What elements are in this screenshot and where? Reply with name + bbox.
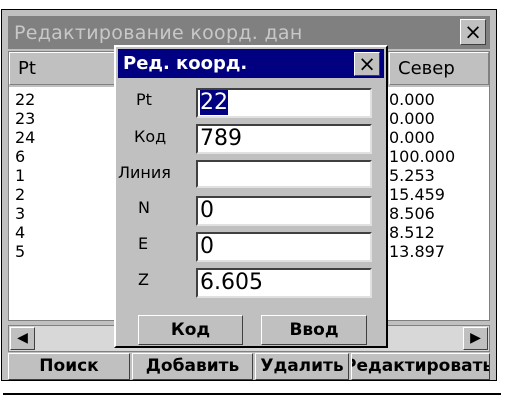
code-label: Код bbox=[134, 127, 167, 146]
window-title: Редактирование коорд. дан bbox=[14, 22, 303, 44]
field-row-pt: Pt 22 bbox=[116, 88, 386, 118]
list-item-north[interactable]: 0.000 bbox=[389, 90, 455, 109]
column-header-north[interactable]: Север bbox=[389, 52, 489, 85]
pt-field[interactable]: 22 bbox=[196, 88, 372, 118]
north-column: 0.000 0.000 0.000 100.000 5.253 15.459 8… bbox=[389, 90, 455, 261]
n-field[interactable]: 0 bbox=[196, 196, 372, 226]
delete-button[interactable]: Удалить bbox=[255, 353, 349, 380]
e-label: E bbox=[138, 234, 149, 253]
field-row-e: E 0 bbox=[116, 232, 386, 262]
list-item-pt[interactable]: 5 bbox=[15, 242, 35, 261]
window-close-button[interactable]: × bbox=[460, 19, 486, 45]
list-item-north[interactable]: 8.506 bbox=[389, 204, 455, 223]
list-item-north[interactable]: 0.000 bbox=[389, 128, 455, 147]
dialog-close-button[interactable]: × bbox=[354, 52, 380, 76]
list-item-north[interactable]: 8.512 bbox=[389, 223, 455, 242]
field-row-line: Линия bbox=[116, 160, 386, 190]
n-label: N bbox=[138, 198, 150, 217]
pt-value: 22 bbox=[200, 90, 228, 115]
z-field[interactable]: 6.605 bbox=[196, 268, 372, 298]
pt-column: 22 23 24 6 1 2 3 4 5 bbox=[15, 90, 35, 261]
field-row-n: N 0 bbox=[116, 196, 386, 226]
list-item-north[interactable]: 13.897 bbox=[389, 242, 455, 261]
list-item-north[interactable]: 0.000 bbox=[389, 109, 455, 128]
bottom-divider bbox=[3, 393, 501, 395]
list-item-pt[interactable]: 24 bbox=[15, 128, 35, 147]
list-item-pt[interactable]: 2 bbox=[15, 185, 35, 204]
edit-button[interactable]: Редактировать bbox=[351, 353, 490, 380]
search-button[interactable]: Поиск bbox=[8, 353, 130, 380]
enter-button[interactable]: Ввод bbox=[261, 315, 367, 345]
line-label: Линия bbox=[118, 163, 171, 182]
field-row-code: Код 789 bbox=[116, 124, 386, 154]
pt-label: Pt bbox=[136, 90, 152, 109]
code-button[interactable]: Код bbox=[138, 315, 243, 345]
add-button[interactable]: Добавить bbox=[132, 353, 253, 380]
list-item-pt[interactable]: 6 bbox=[15, 147, 35, 166]
action-bar: Поиск Добавить Удалить Редактировать bbox=[8, 353, 494, 381]
e-field[interactable]: 0 bbox=[196, 232, 372, 262]
edit-coord-dialog: Ред. коорд. × Pt 22 Код 789 Линия N 0 E … bbox=[114, 45, 388, 348]
list-item-pt[interactable]: 1 bbox=[15, 166, 35, 185]
list-item-pt[interactable]: 22 bbox=[15, 90, 35, 109]
scroll-right-icon[interactable]: ▶ bbox=[463, 327, 488, 350]
dialog-title: Ред. коорд. bbox=[123, 53, 248, 74]
list-item-pt[interactable]: 23 bbox=[15, 109, 35, 128]
column-header-pt[interactable]: Pt bbox=[9, 52, 119, 85]
list-item-north[interactable]: 15.459 bbox=[389, 185, 455, 204]
list-item-north[interactable]: 5.253 bbox=[389, 166, 455, 185]
line-field[interactable] bbox=[196, 160, 372, 188]
z-label: Z bbox=[138, 270, 149, 289]
dialog-title-bar: Ред. коорд. × bbox=[118, 49, 384, 78]
list-item-north[interactable]: 100.000 bbox=[389, 147, 455, 166]
list-item-pt[interactable]: 3 bbox=[15, 204, 35, 223]
list-item-pt[interactable]: 4 bbox=[15, 223, 35, 242]
field-row-z: Z 6.605 bbox=[116, 268, 386, 298]
scroll-left-icon[interactable]: ◀ bbox=[10, 327, 35, 350]
code-field[interactable]: 789 bbox=[196, 124, 372, 154]
